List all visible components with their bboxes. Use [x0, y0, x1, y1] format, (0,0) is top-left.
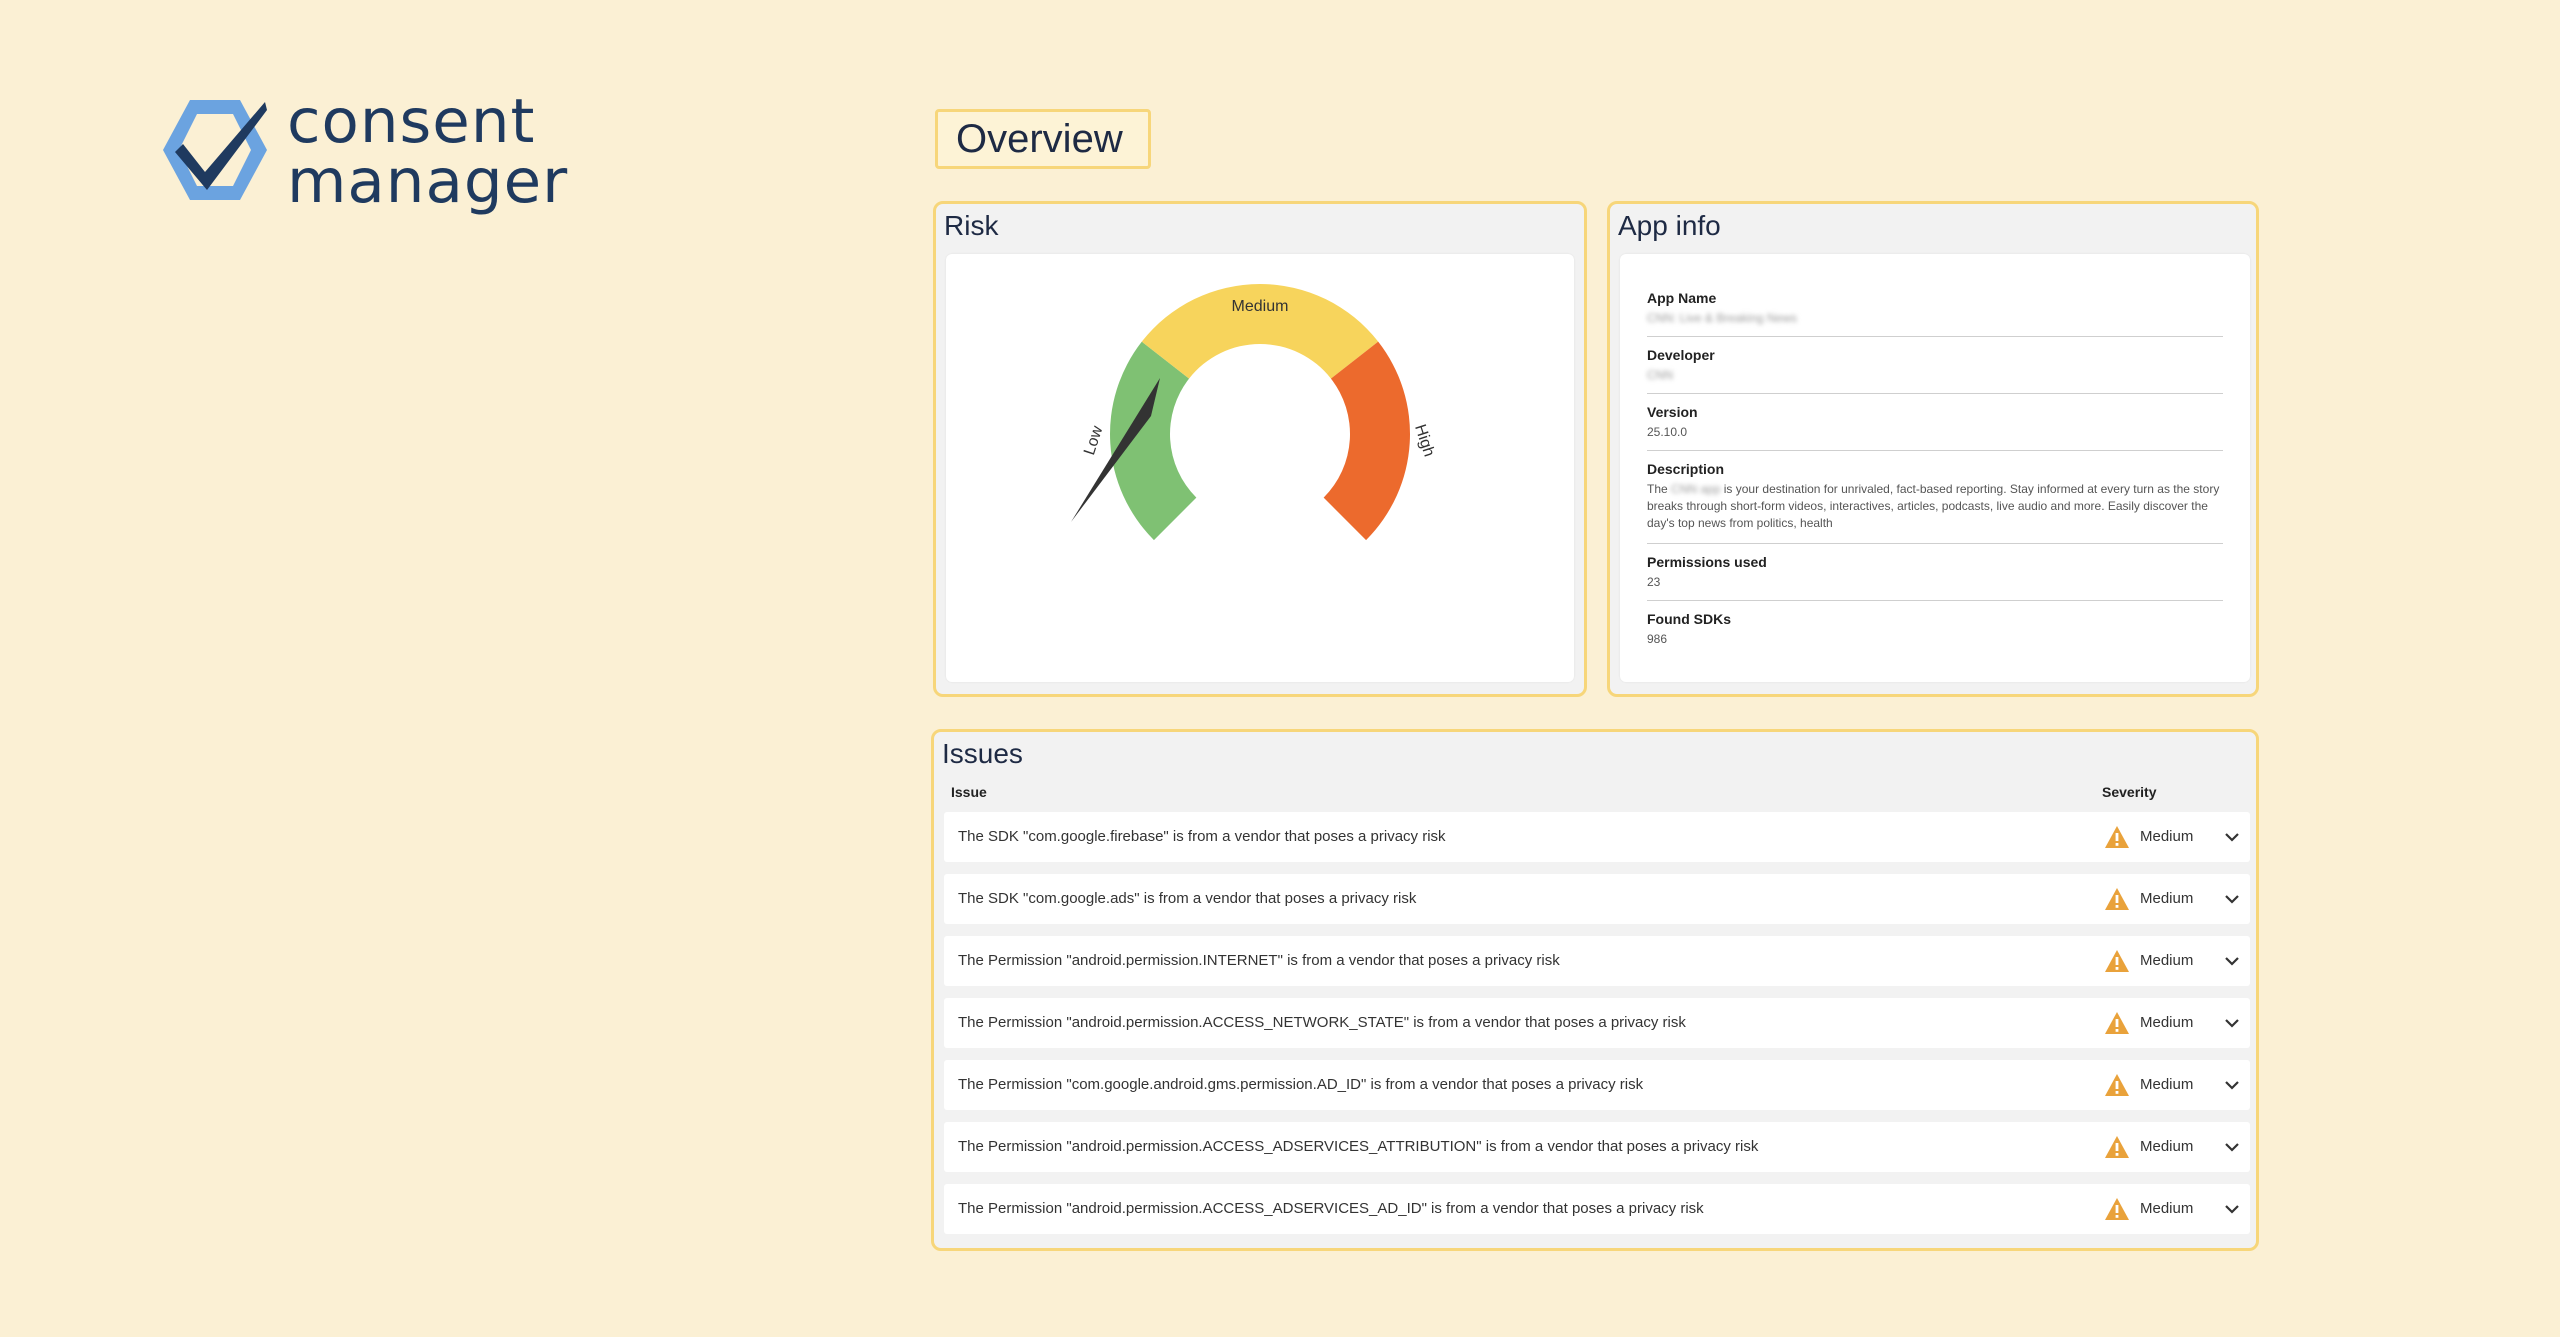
severity-label: Medium — [2140, 890, 2194, 907]
info-value: 986 — [1647, 632, 1668, 646]
info-row-permissions: Permissions used 23 — [1647, 554, 2223, 601]
warning-icon — [2105, 826, 2129, 848]
chevron-down-icon[interactable] — [2224, 954, 2240, 968]
app-info-panel: App Name CNN: Live & Breaking News Devel… — [1620, 254, 2250, 682]
issue-text: The SDK "com.google.ads" is from a vendo… — [958, 890, 1417, 907]
issue-text: The Permission "android.permission.INTER… — [958, 952, 1560, 969]
severity-label: Medium — [2140, 1200, 2194, 1217]
column-header-issue: Issue — [951, 784, 987, 800]
issue-text: The Permission "com.google.android.gms.p… — [958, 1076, 1644, 1093]
info-row-developer: Developer CNN — [1647, 347, 2223, 394]
severity-label: Medium — [2140, 1076, 2194, 1093]
risk-gauge-panel: Medium Low High — [946, 254, 1574, 682]
risk-card-title: Risk — [944, 210, 999, 241]
severity-label: Medium — [2140, 1138, 2194, 1155]
issues-title: Issues — [942, 738, 1023, 769]
logo-wordmark: consent manager — [287, 86, 569, 217]
warning-icon — [2105, 1012, 2129, 1034]
chevron-down-icon[interactable] — [2224, 1078, 2240, 1092]
warning-icon — [2105, 1198, 2129, 1220]
issues-card: Issues Issue Severity The SDK "com.googl… — [931, 729, 2259, 1251]
description-app-name-blurred: CNN app — [1671, 482, 1721, 496]
risk-gauge: Medium Low High — [1071, 284, 1437, 541]
info-value: CNN — [1647, 368, 1673, 382]
info-value: 23 — [1647, 575, 1661, 589]
description-body: is your destination for unrivaled, fact-… — [1647, 482, 2220, 530]
consentmanager-logo: consent manager — [155, 86, 569, 217]
warning-icon — [2105, 1074, 2129, 1096]
description-prefix: The — [1647, 482, 1668, 496]
warning-icon — [2105, 1136, 2129, 1158]
logo-text-manager: manager — [287, 146, 569, 217]
severity-label: Medium — [2140, 952, 2194, 969]
info-label: Version — [1647, 404, 1698, 420]
warning-icon — [2105, 888, 2129, 910]
info-label: Found SDKs — [1647, 611, 1731, 627]
chevron-down-icon[interactable] — [2224, 1016, 2240, 1030]
info-value: CNN: Live & Breaking News — [1647, 311, 1798, 325]
issue-text: The SDK "com.google.firebase" is from a … — [958, 828, 1446, 845]
info-label: App Name — [1647, 290, 1717, 306]
issue-text: The Permission "android.permission.ACCES… — [958, 1014, 1686, 1031]
severity-label: Medium — [2140, 1014, 2194, 1031]
severity-label: Medium — [2140, 828, 2194, 845]
chevron-down-icon[interactable] — [2224, 892, 2240, 906]
info-row-found-sdks: Found SDKs 986 — [1647, 611, 2223, 657]
issue-row[interactable]: The Permission "android.permission.ACCES… — [944, 1184, 2250, 1234]
info-value: 25.10.0 — [1647, 425, 1688, 439]
info-row-version: Version 25.10.0 — [1647, 404, 2223, 451]
issue-row[interactable]: The Permission "com.google.android.gms.p… — [944, 1060, 2250, 1110]
issue-text: The Permission "android.permission.ACCES… — [958, 1200, 1704, 1217]
gauge-label-medium: Medium — [1232, 298, 1289, 315]
issue-row[interactable]: The SDK "com.google.ads" is from a vendo… — [944, 874, 2250, 924]
gauge-label-high: High — [1411, 422, 1437, 459]
app-info-card: App info App Name CNN: Live & Breaking N… — [1607, 201, 2259, 697]
warning-icon — [2105, 950, 2129, 972]
info-row-app-name: App Name CNN: Live & Breaking News — [1647, 290, 2223, 337]
issue-row[interactable]: The Permission "android.permission.ACCES… — [944, 998, 2250, 1048]
gauge-label-low: Low — [1081, 424, 1106, 458]
issue-row[interactable]: The SDK "com.google.firebase" is from a … — [944, 812, 2250, 862]
chevron-down-icon[interactable] — [2224, 1140, 2240, 1154]
logo-text-consent: consent — [287, 86, 536, 157]
info-label: Description — [1647, 461, 1725, 477]
info-label: Permissions used — [1647, 554, 1767, 570]
chevron-down-icon[interactable] — [2224, 830, 2240, 844]
info-row-description: Description The CNN app is your destinat… — [1647, 461, 2223, 544]
info-value: The CNN app is your destination for unri… — [1647, 481, 2223, 532]
consentmanager-logo-icon — [163, 100, 267, 200]
risk-card: Risk Medium Low High — [933, 201, 1587, 697]
app-info-title: App info — [1618, 210, 1721, 241]
issue-row[interactable]: The Permission "android.permission.INTER… — [944, 936, 2250, 986]
column-header-severity: Severity — [2102, 784, 2157, 800]
chevron-down-icon[interactable] — [2224, 1202, 2240, 1216]
page-title: Overview — [935, 109, 1151, 169]
issue-row[interactable]: The Permission "android.permission.ACCES… — [944, 1122, 2250, 1172]
issue-text: The Permission "android.permission.ACCES… — [958, 1138, 1759, 1155]
info-label: Developer — [1647, 347, 1715, 363]
